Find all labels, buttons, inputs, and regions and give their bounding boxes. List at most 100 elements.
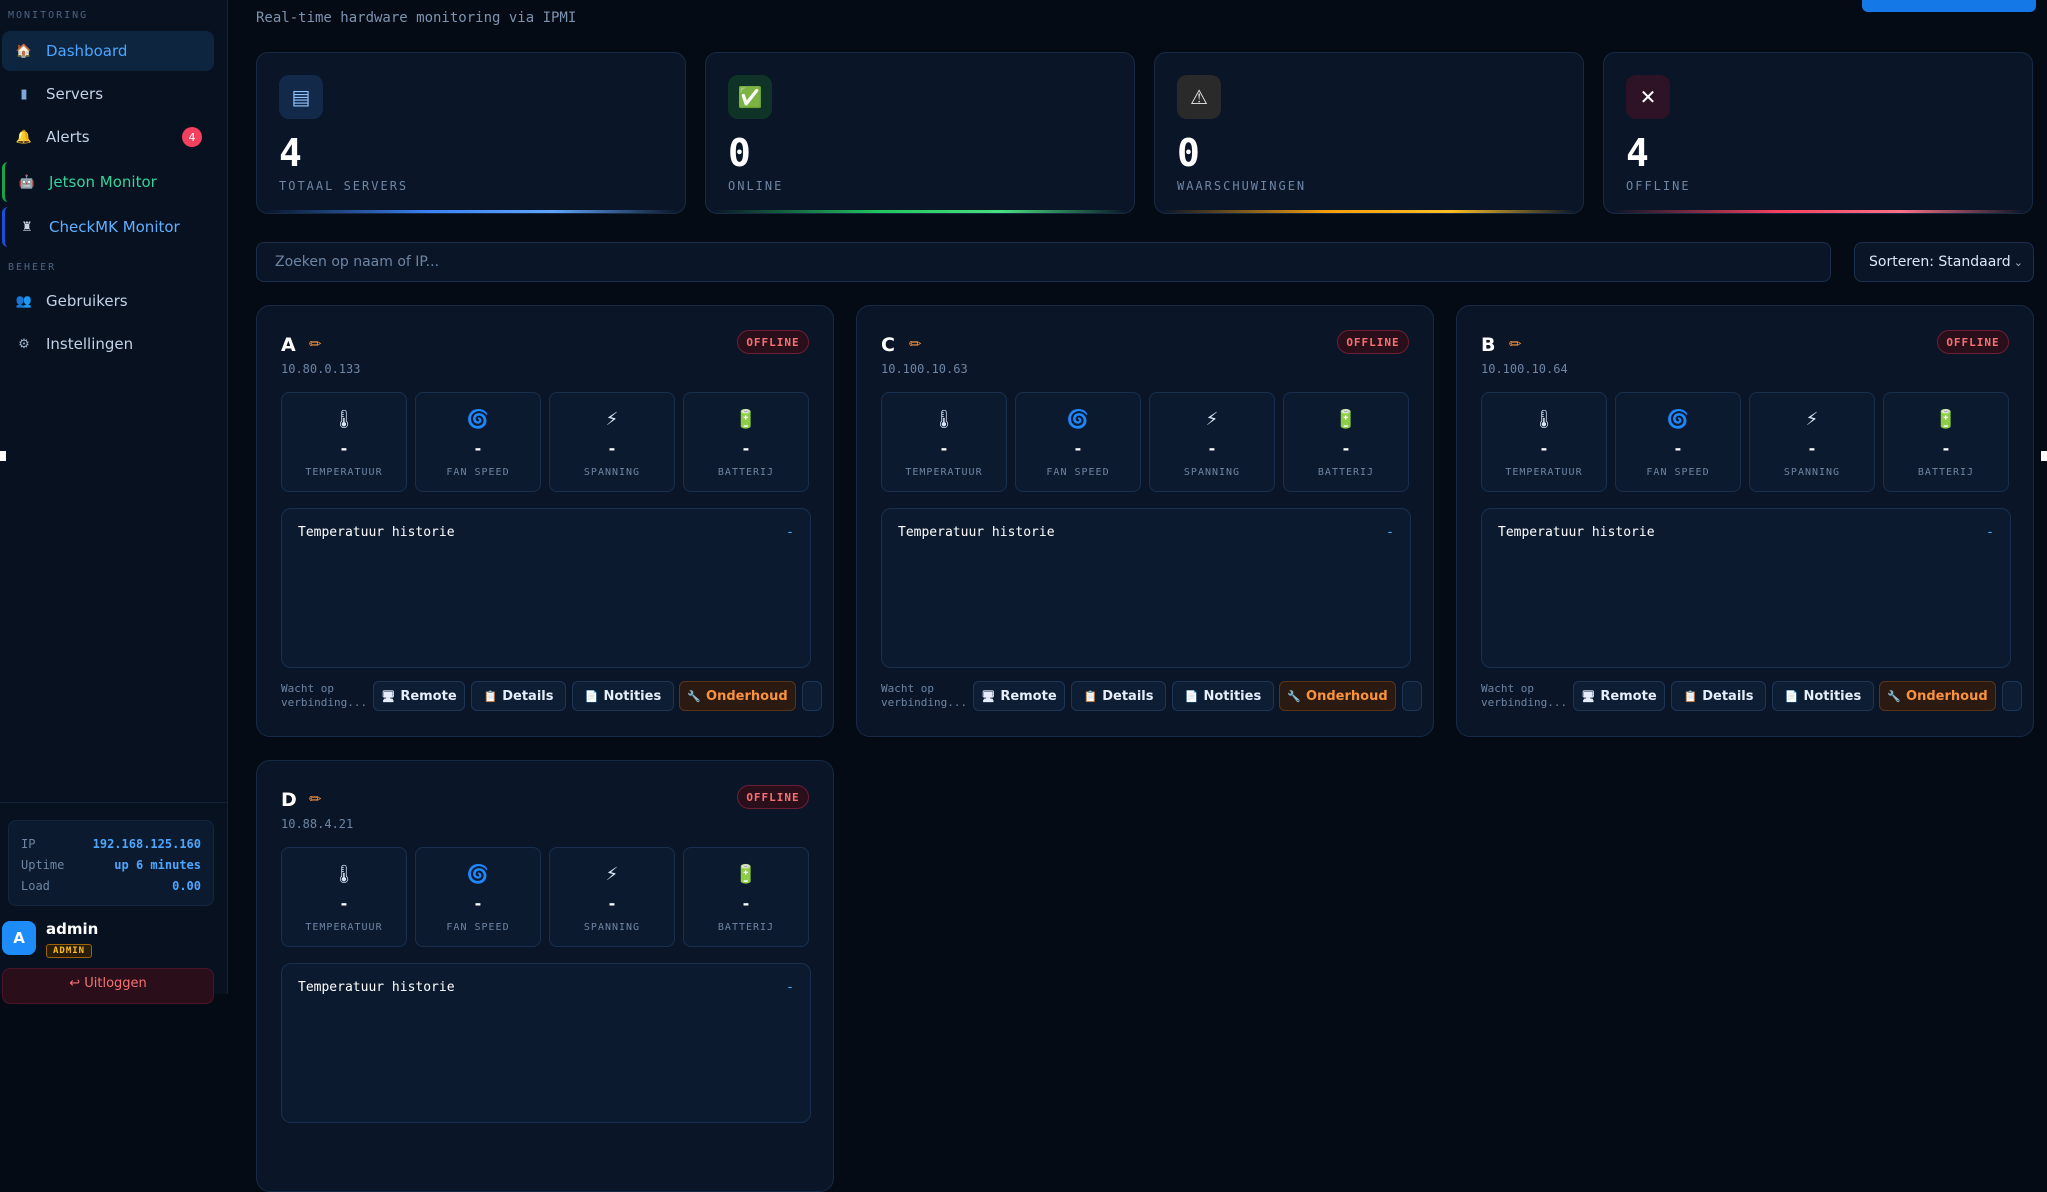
system-ip-value: 192.168.125.160 xyxy=(92,836,201,851)
metric-label: FAN SPEED xyxy=(446,467,510,478)
remote-button[interactable]: 🖥 Remote xyxy=(973,681,1065,711)
metric-value: - xyxy=(340,894,348,913)
metric-label: FAN SPEED xyxy=(446,922,510,933)
remote-button[interactable]: 🖥 Remote xyxy=(1573,681,1665,711)
temperature-history-chart: Temperatuur historie - xyxy=(1481,508,2011,668)
remote-button-label: Remote xyxy=(1000,688,1057,704)
sidebar-item-checkmk-monitor[interactable]: ♜ CheckMK Monitor xyxy=(2,207,214,247)
system-load-label: Load xyxy=(21,878,50,893)
notes-button[interactable]: 📄 Notities xyxy=(1172,681,1274,711)
avatar[interactable]: A xyxy=(2,921,36,955)
server-card: D ✏ 10.88.4.21 OFFLINE 🌡 - TEMPERATUUR 🌀… xyxy=(256,760,834,1192)
metric-value: - xyxy=(1342,439,1350,458)
resize-handle-left[interactable] xyxy=(0,451,6,461)
sort-select-label: Sorteren: Standaard xyxy=(1869,254,2011,270)
metric-label: FAN SPEED xyxy=(1646,467,1710,478)
metric-value: - xyxy=(742,894,750,913)
more-button[interactable] xyxy=(802,681,822,711)
maintenance-button[interactable]: 🔧 Onderhoud xyxy=(679,681,796,711)
logout-button[interactable]: ↩ Uitloggen xyxy=(2,968,214,1004)
thermometer-icon: 🌡 xyxy=(1532,409,1556,430)
sidebar-item-label: Instellingen xyxy=(46,335,134,353)
status-badge: OFFLINE xyxy=(737,785,809,809)
details-button-label: Details xyxy=(1102,688,1154,704)
metric-temperature: 🌡 - TEMPERATUUR xyxy=(281,847,407,947)
maintenance-button-label: Onderhoud xyxy=(1306,688,1388,704)
alerts-count-badge: 4 xyxy=(182,127,202,147)
section-label-beheer: BEHEER xyxy=(8,262,57,273)
note-icon: 📄 xyxy=(1784,689,1799,703)
checkmk-icon: ♜ xyxy=(21,219,33,235)
sidebar-item-dashboard[interactable]: 🏠 Dashboard xyxy=(2,31,214,71)
metric-value: - xyxy=(1674,439,1682,458)
metric-label: SPANNING xyxy=(1783,467,1841,478)
notes-button-label: Notities xyxy=(1803,688,1862,704)
metric-fan-speed: 🌀 - FAN SPEED xyxy=(415,847,541,947)
metric-voltage: ⚡ - SPANNING xyxy=(1149,392,1275,492)
metric-fan-speed: 🌀 - FAN SPEED xyxy=(1015,392,1141,492)
details-button[interactable]: 📋 Details xyxy=(1071,681,1166,711)
wrench-icon: 🔧 xyxy=(687,689,702,703)
sidebar-item-alerts[interactable]: 🔔 Alerts 4 xyxy=(2,117,214,157)
history-value: - xyxy=(1386,525,1394,540)
metric-voltage: ⚡ - SPANNING xyxy=(1749,392,1875,492)
temperature-history-chart: Temperatuur historie - xyxy=(881,508,1411,668)
battery-icon: 🔋 xyxy=(1334,409,1358,430)
metric-value: - xyxy=(608,439,616,458)
stat-label: TOTAAL SERVERS xyxy=(279,179,409,193)
stat-value: 0 xyxy=(1177,131,1200,175)
history-value: - xyxy=(786,980,794,995)
maintenance-button[interactable]: 🔧 Onderhoud xyxy=(1279,681,1396,711)
system-uptime-row: Uptime up 6 minutes xyxy=(21,854,201,875)
details-button[interactable]: 📋 Details xyxy=(1671,681,1766,711)
notes-button[interactable]: 📄 Notities xyxy=(1772,681,1874,711)
metric-value: - xyxy=(608,894,616,913)
metric-label: BATTERIJ xyxy=(1317,467,1375,478)
system-uptime-value: up 6 minutes xyxy=(114,857,201,872)
details-button[interactable]: 📋 Details xyxy=(471,681,566,711)
metric-value: - xyxy=(1540,439,1548,458)
check-icon: ✅ xyxy=(728,75,772,119)
search-input[interactable] xyxy=(256,242,1831,282)
metric-label: SPANNING xyxy=(1183,467,1241,478)
server-name: B xyxy=(1481,334,1496,356)
stat-value: 4 xyxy=(279,131,302,175)
more-button[interactable] xyxy=(1402,681,1422,711)
header-action-button[interactable] xyxy=(1862,0,2036,12)
sort-select[interactable]: Sorteren: Standaard ⌄ xyxy=(1854,242,2034,282)
pencil-icon[interactable]: ✏ xyxy=(309,335,322,353)
server-card: C ✏ 10.100.10.63 OFFLINE 🌡 - TEMPERATUUR… xyxy=(856,305,1434,737)
connection-status-text: Wacht op verbinding... xyxy=(881,682,968,709)
pencil-icon[interactable]: ✏ xyxy=(909,335,922,353)
sidebar-item-servers[interactable]: ▮ Servers xyxy=(2,74,214,114)
metric-temperature: 🌡 - TEMPERATUUR xyxy=(881,392,1007,492)
battery-icon: 🔋 xyxy=(734,409,758,430)
server-card: A ✏ 10.80.0.133 OFFLINE 🌡 - TEMPERATUUR … xyxy=(256,305,834,737)
thermometer-icon: 🌡 xyxy=(332,864,356,885)
server-ip: 10.88.4.21 xyxy=(281,817,354,831)
maintenance-button[interactable]: 🔧 Onderhoud xyxy=(1879,681,1996,711)
metric-label: TEMPERATUUR xyxy=(305,922,383,933)
note-icon: 📄 xyxy=(1184,689,1199,703)
sidebar-item-settings[interactable]: ⚙ Instellingen xyxy=(2,324,214,364)
resize-handle-right[interactable] xyxy=(2041,451,2047,461)
stat-accent-bar xyxy=(1612,210,2024,213)
wrench-icon: 🔧 xyxy=(1887,689,1902,703)
notes-button[interactable]: 📄 Notities xyxy=(572,681,674,711)
fan-icon: 🌀 xyxy=(1066,409,1090,430)
server-icon: ▤ xyxy=(279,75,323,119)
status-badge: OFFLINE xyxy=(737,330,809,354)
sidebar-item-jetson-monitor[interactable]: 🤖 Jetson Monitor xyxy=(2,162,214,202)
pencil-icon[interactable]: ✏ xyxy=(309,790,322,808)
remote-button[interactable]: 🖥 Remote xyxy=(373,681,465,711)
metric-fan-speed: 🌀 - FAN SPEED xyxy=(1615,392,1741,492)
stat-card-warnings: ⚠ 0 WAARSCHUWINGEN xyxy=(1154,52,1584,214)
pencil-icon[interactable]: ✏ xyxy=(1509,335,1522,353)
clipboard-icon: 📋 xyxy=(483,689,498,703)
lightning-icon: ⚡ xyxy=(605,864,619,885)
stat-label: OFFLINE xyxy=(1626,179,1691,193)
battery-icon: 🔋 xyxy=(734,864,758,885)
sidebar-item-users[interactable]: 👥 Gebruikers xyxy=(2,281,214,321)
system-load-value: 0.00 xyxy=(172,878,201,893)
more-button[interactable] xyxy=(2002,681,2022,711)
